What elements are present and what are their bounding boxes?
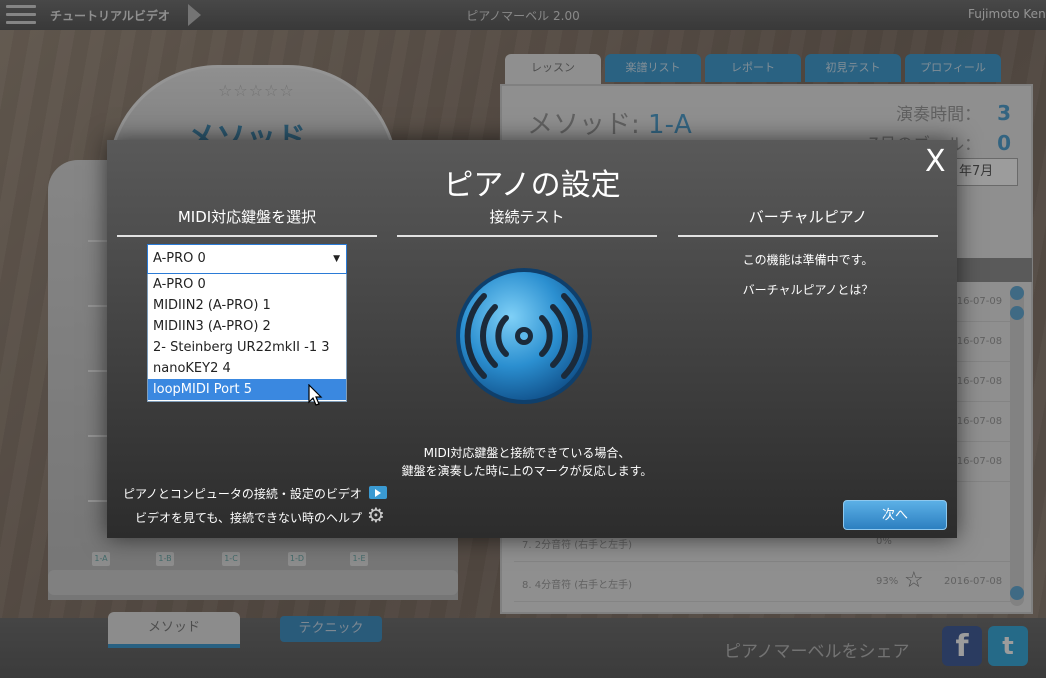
device-option[interactable]: 2- Steinberg UR22mkII -1 3 xyxy=(148,337,346,358)
dropdown-arrow-icon[interactable]: ▼ xyxy=(333,245,340,273)
virtual-piano-heading: バーチャルピアノ xyxy=(678,206,938,237)
connection-test-heading: 接続テスト xyxy=(397,206,657,237)
next-button[interactable]: 次へ xyxy=(843,500,947,530)
device-option[interactable]: nanoKEY2 4 xyxy=(148,358,346,379)
piano-settings-dialog: ピアノの設定 X MIDI対応鍵盤を選択 接続テスト バーチャルピアノ A-PR… xyxy=(107,140,957,538)
connection-test-note: MIDI対応鍵盤と接続できている場合、 鍵盤を演奏した時に上のマークが反応します… xyxy=(397,444,657,480)
close-icon[interactable]: X xyxy=(925,144,946,179)
device-option[interactable]: MIDIIN3 (A-PRO) 2 xyxy=(148,316,346,337)
virtual-piano-link[interactable]: バーチャルピアノとは？ xyxy=(678,281,938,298)
gear-icon[interactable]: ⚙ xyxy=(367,505,387,527)
dialog-title: ピアノの設定 xyxy=(443,168,621,203)
device-option[interactable]: A-PRO 0 xyxy=(148,274,346,295)
selected-device: A-PRO 0 xyxy=(153,251,206,266)
test-note-line: MIDI対応鍵盤と接続できている場合、 xyxy=(423,446,631,460)
midi-device-select[interactable]: A-PRO 0 ▼ xyxy=(147,244,347,274)
virtual-piano-status: この機能は準備中です。 xyxy=(742,253,874,267)
midi-signal-icon xyxy=(456,268,592,404)
video-icon[interactable] xyxy=(369,486,387,499)
device-option[interactable]: MIDIIN2 (A-PRO) 1 xyxy=(148,295,346,316)
midi-select-heading: MIDI対応鍵盤を選択 xyxy=(117,206,377,237)
test-note-line: 鍵盤を演奏した時に上のマークが反応します。 xyxy=(401,464,653,478)
setup-video-link[interactable]: ピアノとコンピュータの接続・設定のビデオ xyxy=(123,485,362,502)
help-link[interactable]: ビデオを見ても、接続できない時のヘルプ xyxy=(135,509,362,526)
mouse-cursor-icon xyxy=(308,384,323,406)
midi-device-list[interactable]: A-PRO 0 MIDIIN2 (A-PRO) 1 MIDIIN3 (A-PRO… xyxy=(147,274,347,402)
